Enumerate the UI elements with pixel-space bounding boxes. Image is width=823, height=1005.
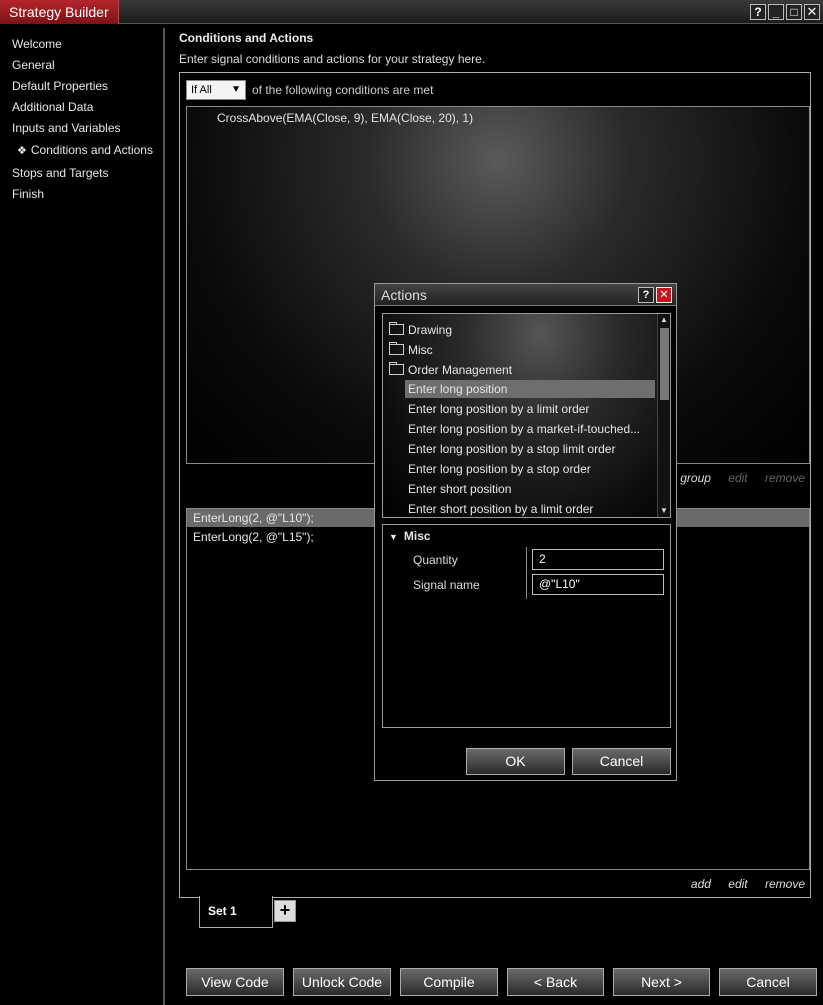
tree-item[interactable]: Enter long position (405, 380, 655, 398)
sidebar-item-finish[interactable]: Finish (12, 187, 44, 201)
properties-group-header[interactable]: ▼ Misc (389, 529, 431, 543)
sidebar-item-inputs-and-variables[interactable]: Inputs and Variables (12, 121, 121, 135)
chevron-down-icon: ▼ (231, 84, 241, 95)
tree-scrollbar[interactable]: ▲ ▼ (657, 314, 670, 517)
page-description: Enter signal conditions and actions for … (179, 52, 486, 66)
current-step-icon: ❖ (17, 145, 27, 157)
tree-item[interactable]: Enter long position by a market-if-touch… (405, 420, 655, 438)
condition-links: group edit remove (666, 471, 805, 485)
dialog-title-bar: Actions ? ✕ (375, 284, 676, 306)
group-condition-link[interactable]: group (680, 471, 711, 485)
signal-name-label: Signal name (413, 578, 480, 592)
next-button[interactable]: Next > (613, 968, 710, 996)
tree-folder-misc[interactable]: Misc (389, 341, 433, 359)
title-bar: Strategy Builder ? _ □ ✕ (0, 0, 823, 24)
maximize-button[interactable]: □ (786, 4, 802, 20)
wizard-buttons: View Code Unlock Code Compile < Back Nex… (186, 968, 817, 996)
dialog-help-button[interactable]: ? (638, 287, 654, 303)
folder-icon (389, 322, 404, 335)
page-title: Conditions and Actions (179, 31, 314, 45)
help-button[interactable]: ? (750, 4, 766, 20)
sidebar-item-general[interactable]: General (12, 58, 55, 72)
dialog-close-button[interactable]: ✕ (656, 287, 672, 303)
collapse-triangle-icon[interactable]: ▼ (389, 532, 398, 542)
signal-name-input[interactable]: @"L10" (532, 574, 664, 595)
dialog-cancel-button[interactable]: Cancel (572, 748, 671, 775)
sidebar-item-welcome[interactable]: Welcome (12, 37, 62, 51)
tab-set-1[interactable]: Set 1 (199, 896, 273, 928)
sidebar-item-additional-data[interactable]: Additional Data (12, 100, 93, 114)
sidebar-item-label: Conditions and Actions (30, 143, 153, 157)
tree-folder-order-management[interactable]: Order Management (389, 361, 512, 379)
action-links: add edit remove (677, 877, 805, 891)
folder-open-icon (389, 362, 404, 375)
tree-folder-label: Misc (408, 343, 433, 357)
scroll-down-icon[interactable]: ▼ (658, 505, 670, 517)
actions-tree[interactable]: Drawing Misc Order Management Enter long… (382, 313, 671, 518)
tree-item[interactable]: Enter long position by a limit order (405, 400, 655, 418)
tree-folder-label: Drawing (408, 323, 453, 337)
compile-button[interactable]: Compile (400, 968, 498, 996)
tree-item[interactable]: Enter long position by a stop order (405, 460, 655, 478)
property-divider (526, 547, 527, 599)
unlock-code-button[interactable]: Unlock Code (293, 968, 391, 996)
wizard-sidebar: Welcome General Default Properties Addit… (0, 28, 165, 1005)
window-title: Strategy Builder (0, 0, 119, 24)
view-code-button[interactable]: View Code (186, 968, 284, 996)
back-button[interactable]: < Back (507, 968, 604, 996)
quantity-input[interactable]: 2 (532, 549, 664, 570)
tree-folder-drawing[interactable]: Drawing (389, 321, 452, 339)
properties-grid: ▼ Misc Quantity 2 Signal name @"L10" (382, 524, 671, 728)
minimize-button[interactable]: _ (768, 4, 784, 20)
tree-item[interactable]: Enter short position (405, 480, 655, 498)
condition-mode-value: If All (191, 84, 212, 96)
window-controls: ? _ □ ✕ (750, 4, 820, 20)
scroll-up-icon[interactable]: ▲ (658, 314, 670, 326)
edit-condition-link[interactable]: edit (728, 471, 747, 485)
dialog-title: Actions (381, 287, 427, 303)
remove-action-link[interactable]: remove (765, 877, 805, 891)
condition-item[interactable]: CrossAbove(EMA(Close, 9), EMA(Close, 20)… (217, 111, 473, 125)
tree-item[interactable]: Enter short position by a limit order (405, 500, 655, 517)
dialog-controls: ? ✕ (638, 287, 672, 303)
sidebar-item-stops-and-targets[interactable]: Stops and Targets (12, 166, 109, 180)
add-set-button[interactable]: + (274, 900, 296, 922)
sidebar-item-default-properties[interactable]: Default Properties (12, 79, 108, 93)
condition-mode-trail: of the following conditions are met (252, 83, 434, 97)
folder-icon (389, 342, 404, 355)
edit-action-link[interactable]: edit (728, 877, 747, 891)
scroll-thumb[interactable] (660, 328, 669, 400)
condition-mode-select[interactable]: If All ▼ (186, 80, 246, 100)
actions-dialog: Actions ? ✕ Drawing Misc Order Managemen… (374, 283, 677, 781)
sidebar-item-conditions-and-actions[interactable]: ❖ Conditions and Actions (17, 143, 153, 157)
properties-group-label: Misc (403, 529, 431, 543)
tree-folder-label: Order Management (408, 363, 513, 377)
cancel-button[interactable]: Cancel (719, 968, 817, 996)
quantity-label: Quantity (413, 553, 458, 567)
close-button[interactable]: ✕ (804, 4, 820, 20)
add-action-link[interactable]: add (691, 877, 711, 891)
tree-item[interactable]: Enter long position by a stop limit orde… (405, 440, 655, 458)
remove-condition-link[interactable]: remove (765, 471, 805, 485)
ok-button[interactable]: OK (466, 748, 565, 775)
